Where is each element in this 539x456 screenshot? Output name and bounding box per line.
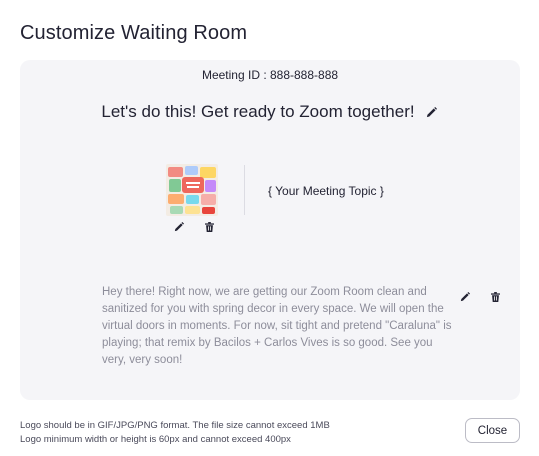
delete-logo-button[interactable]: [202, 220, 216, 234]
meeting-id: Meeting ID : 888-888-888: [201, 68, 339, 82]
trash-icon: [204, 222, 214, 232]
delete-description-button[interactable]: [488, 290, 502, 304]
divider: [244, 165, 245, 215]
waiting-room-preview: Meeting ID : 888-888-888 Let's do this! …: [20, 60, 520, 400]
pencil-icon: [460, 292, 470, 302]
headline-text: Let's do this! Get ready to Zoom togethe…: [101, 102, 415, 121]
edit-logo-button[interactable]: [172, 220, 186, 234]
logo-size-note: Logo minimum width or height is 60px and…: [20, 434, 291, 445]
pencil-icon: [427, 106, 438, 117]
edit-description-button[interactable]: [458, 290, 472, 304]
meeting-topic: { Your Meeting Topic }: [268, 184, 384, 198]
edit-headline-button[interactable]: [425, 105, 439, 119]
pencil-icon: [174, 222, 184, 232]
logo-image: [166, 164, 218, 216]
logo-format-note: Logo should be in GIF/JPG/PNG format. Th…: [20, 420, 330, 431]
logo-requirements-note: Logo should be in GIF/JPG/PNG format. Th…: [20, 419, 330, 447]
headline-row: Let's do this! Get ready to Zoom togethe…: [20, 102, 520, 122]
trash-icon: [490, 292, 500, 302]
waiting-room-description: Hey there! Right now, we are getting our…: [102, 286, 452, 366]
close-button[interactable]: Close: [465, 418, 520, 443]
dialog-title: Customize Waiting Room: [20, 22, 248, 44]
logo-actions: [172, 220, 216, 234]
description-actions: [458, 290, 502, 304]
